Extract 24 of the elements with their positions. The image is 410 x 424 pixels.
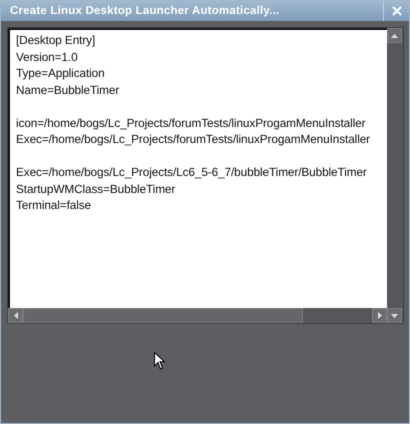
scroll-down-button[interactable] [387,308,402,323]
vertical-scrollbar[interactable] [387,28,403,323]
scroll-left-button[interactable] [8,308,23,323]
text-line: Exec=/home/bogs/Lc_Projects/forumTests/linuxProgamMenuInstaller [16,131,372,148]
scroll-thumb[interactable] [23,308,303,323]
horizontal-scrollbar[interactable] [8,308,387,323]
window-title: Create Linux Desktop Launcher Automatically... [9,5,280,17]
text-line: icon=/home/bogs/Lc_Projects/forumTests/linuxProgamMenuInstaller [16,114,366,131]
right-arrow-icon [378,312,382,319]
scroll-right-button[interactable] [372,308,387,323]
close-icon [392,6,402,16]
left-arrow-icon [14,312,18,319]
text-line: Type=Application [16,65,106,82]
text-line: [Desktop Entry] [16,32,96,48]
mouse-pointer-icon [154,352,165,370]
text-line: Version=1.0 [16,48,79,65]
text-line: Name=BubbleTimer [16,82,120,98]
text-line: Exec=/home/bogs/Lc_Projects/Lc6_5-6_7/bubbleTimer/BubbleTimer [16,164,368,180]
text-line: StartupWMClass=BubbleTimer [16,180,176,197]
text-area[interactable] [8,28,387,308]
down-arrow-icon [391,314,398,318]
text-line: Terminal=false [16,197,92,214]
up-arrow-icon [391,34,398,38]
scroll-up-button[interactable] [387,28,402,43]
